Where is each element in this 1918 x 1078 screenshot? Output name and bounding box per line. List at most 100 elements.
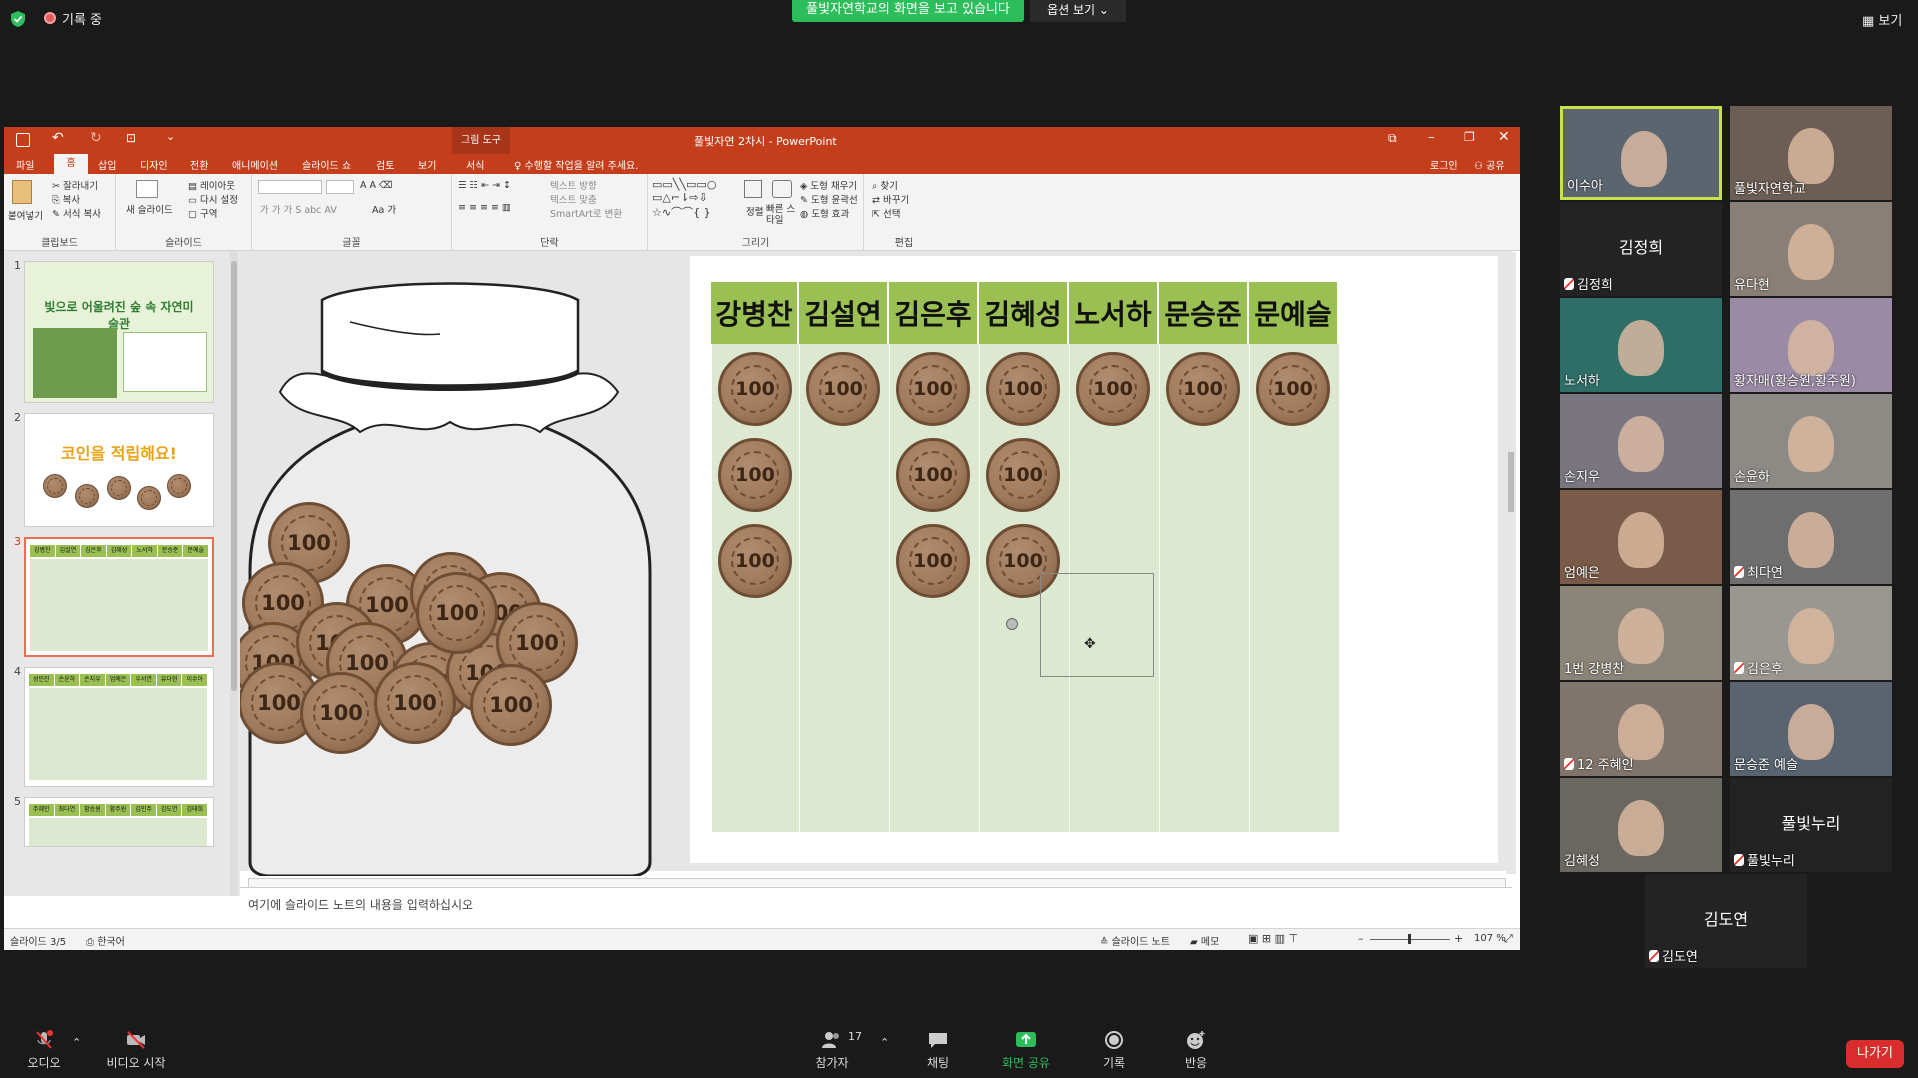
coin-100[interactable]: 100 <box>300 672 382 754</box>
new-slide-button[interactable]: 새 슬라이드 <box>126 202 173 216</box>
tab-transitions[interactable]: 전환 <box>190 157 208 172</box>
tab-design[interactable]: 디자인 <box>140 157 168 172</box>
font-style-buttons[interactable]: 가 가 가 S abc AV <box>260 202 337 216</box>
chat-button[interactable]: 채팅 <box>898 1030 978 1071</box>
view-options-button[interactable]: 옵션 보기 ⌄ <box>1030 0 1126 22</box>
language-indicator[interactable]: ⎙ 한국어 <box>86 933 125 948</box>
tab-view[interactable]: 보기 <box>418 157 436 172</box>
participant-tile[interactable]: 1번 강병찬 <box>1560 586 1722 680</box>
participant-tile[interactable]: 문승준 예슬 <box>1730 682 1892 776</box>
tab-home[interactable]: 홈 <box>54 154 88 174</box>
cut-button[interactable]: ✂ 잘라내기 <box>52 178 98 192</box>
reset-button[interactable]: ▭ 다시 설정 <box>188 192 238 206</box>
shape-outline-button[interactable]: ✎ 도형 윤곽선 <box>800 192 858 206</box>
zoom-out-icon[interactable]: – <box>1358 932 1364 945</box>
layout-button[interactable]: ▤ 레이아웃 <box>188 178 235 192</box>
zoom-level[interactable]: 107 % <box>1474 933 1506 944</box>
start-slideshow-icon[interactable]: ⊡ <box>126 131 136 145</box>
thumbs-scrollbar[interactable] <box>230 251 238 896</box>
list-icons[interactable]: ☰ ☷ ⇤ ⇥ ↕ <box>458 180 511 191</box>
coin-100[interactable]: 100 <box>896 524 970 598</box>
align-text-button[interactable]: 텍스트 맞춤 <box>550 192 597 206</box>
tab-slideshow[interactable]: 슬라이드 쇼 <box>302 157 351 172</box>
zoom-in-icon[interactable]: + <box>1454 932 1463 945</box>
coin-100[interactable]: 100 <box>1076 352 1150 426</box>
format-painter-button[interactable]: ✎ 서식 복사 <box>52 206 101 220</box>
slide-thumb-1[interactable]: 빛으로 어울려진 숲 속 자연미술관 <box>24 261 214 403</box>
new-slide-icon[interactable] <box>136 180 158 198</box>
coin-100[interactable]: 100 <box>374 662 456 744</box>
canvas-vscroll[interactable] <box>1506 252 1516 874</box>
coin-100[interactable]: 100 <box>416 572 498 654</box>
coin-100[interactable]: 100 <box>986 352 1060 426</box>
redo-icon[interactable]: ↻ <box>90 130 102 146</box>
participant-tile[interactable]: 이수아 <box>1560 106 1722 200</box>
quick-styles-icon[interactable] <box>772 180 792 198</box>
paste-button[interactable]: 붙여넣기 <box>8 208 43 222</box>
participant-tile[interactable]: 김은후 <box>1730 586 1892 680</box>
fit-to-window-icon[interactable]: ⤢ <box>1504 932 1513 946</box>
participant-tile[interactable]: 풀빛자연학교 <box>1730 106 1892 200</box>
text-direction-button[interactable]: 텍스트 방향 <box>550 178 597 192</box>
participants-chevron-icon[interactable]: ⌃ <box>880 1036 889 1049</box>
slide-thumb-3-selected[interactable]: 강병찬 김설연 김은후 김혜성 노서하 문승준 문예슬 <box>24 537 214 657</box>
tab-animations[interactable]: 애니메이션 <box>232 157 278 172</box>
participant-tile[interactable]: 김혜성 <box>1560 778 1722 872</box>
find-button[interactable]: ⌕ 찾기 <box>872 178 898 192</box>
comments-toggle[interactable]: ▰ 메모 <box>1190 933 1219 948</box>
zoom-slider-thumb[interactable] <box>1408 934 1411 944</box>
copy-button[interactable]: ⎘ 복사 <box>52 192 80 206</box>
record-button[interactable]: 기록 <box>1074 1030 1154 1071</box>
shape-effects-button[interactable]: ◍ 도형 효과 <box>800 206 849 220</box>
participant-tile[interactable]: 김도연 김도연 <box>1645 874 1807 968</box>
video-button[interactable]: 비디오 시작 <box>96 1030 176 1071</box>
font-name-input[interactable] <box>258 180 322 194</box>
thumbs-scroll-thumb[interactable] <box>231 261 237 691</box>
participant-tile[interactable]: 김정희 김정희 <box>1560 202 1722 296</box>
canvas-vscroll-thumb[interactable] <box>1508 452 1514 512</box>
leave-button[interactable]: 나가기 <box>1846 1040 1904 1068</box>
font-size-input[interactable] <box>326 180 354 194</box>
participant-tile[interactable]: 황자매(황승원,황주원) <box>1730 298 1892 392</box>
participant-tile[interactable]: 유다현 <box>1730 202 1892 296</box>
undo-icon[interactable]: ↶ <box>52 130 64 146</box>
audio-options-chevron-icon[interactable]: ⌃ <box>72 1036 81 1049</box>
login-link[interactable]: 로그인 <box>1430 157 1458 172</box>
notes-toggle[interactable]: ≙ 슬라이드 노트 <box>1100 933 1170 948</box>
replace-button[interactable]: ⇄ 바꾸기 <box>872 192 909 206</box>
coin-100[interactable]: 100 <box>1256 352 1330 426</box>
paste-icon[interactable] <box>12 180 32 204</box>
reactions-button[interactable]: 반응 <box>1156 1030 1236 1071</box>
minimize-button[interactable]: – <box>1428 130 1435 145</box>
save-icon[interactable] <box>16 133 30 147</box>
participant-tile[interactable]: 노서하 <box>1560 298 1722 392</box>
tab-file[interactable]: 파일 <box>16 157 34 172</box>
view-button[interactable]: ▦ 보기 <box>1862 10 1902 29</box>
section-button[interactable]: ▢ 구역 <box>188 206 217 220</box>
arrange-icon[interactable] <box>744 180 762 198</box>
coin-100[interactable]: 100 <box>1166 352 1240 426</box>
tell-me-box[interactable]: ♀ 수행할 작업을 알려 주세요. <box>514 157 638 172</box>
view-mode-icons[interactable]: ▣ ⊞ ▥ ⊤ <box>1248 932 1298 945</box>
ribbon-display-icon[interactable]: ⧉ <box>1388 131 1397 146</box>
shape-fill-button[interactable]: ◈ 도형 채우기 <box>800 178 857 192</box>
canvas-hscroll[interactable] <box>248 878 1506 888</box>
quick-styles-button[interactable]: 빠른 스타일 <box>766 204 800 226</box>
tab-format[interactable]: 서식 <box>466 157 484 172</box>
rotate-handle[interactable] <box>1006 618 1018 630</box>
slide-thumb-4[interactable]: 성민진 손윤하 손지우 엄예은 우서연 유다현 이수아 <box>24 667 214 787</box>
coin-100[interactable]: 100 <box>806 352 880 426</box>
notes-pane[interactable]: 여기에 슬라이드 노트의 내용을 입력하십시오 <box>240 887 1512 927</box>
coin-100[interactable]: 100 <box>718 352 792 426</box>
coin-100[interactable]: 100 <box>896 352 970 426</box>
participant-tile[interactable]: 12 주혜인 <box>1560 682 1722 776</box>
coin-100[interactable]: 100 <box>470 664 552 746</box>
participant-tile[interactable]: 엄예은 <box>1560 490 1722 584</box>
arrange-button[interactable]: 정렬 <box>746 204 763 218</box>
participant-tile[interactable]: 손지우 <box>1560 394 1722 488</box>
font-grow-icon[interactable]: A A ⌫ <box>360 180 392 191</box>
participant-tile[interactable]: 손윤하 <box>1730 394 1892 488</box>
close-button[interactable]: ✕ <box>1498 129 1510 145</box>
coin-100[interactable]: 100 <box>986 438 1060 512</box>
slide-thumb-5[interactable]: 주혜인 최다연 황승원 황주원 김민주 김도연 김태희 <box>24 797 214 847</box>
